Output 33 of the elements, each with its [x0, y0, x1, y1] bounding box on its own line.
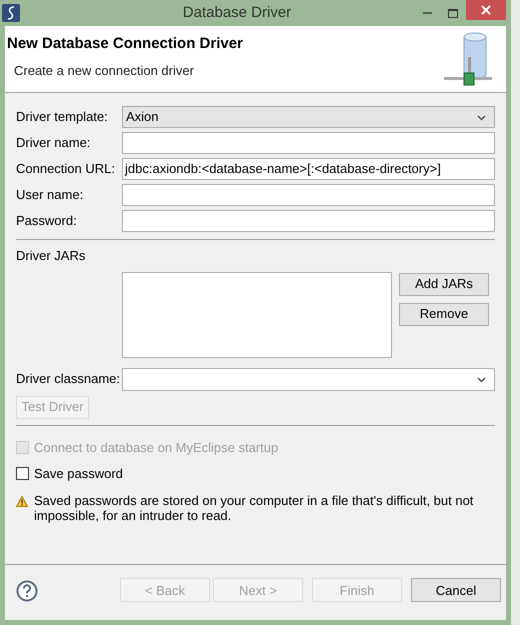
wizard-button[interactable]: Cancel	[411, 578, 501, 602]
checkbox-label: Connect to database on MyEclipse startup	[34, 438, 278, 457]
chevron-down-icon	[477, 115, 486, 121]
warning-icon	[16, 496, 28, 506]
section-label: Driver JARs	[16, 247, 86, 265]
classname-dropdown[interactable]	[122, 368, 495, 390]
jar-button[interactable]: Remove	[399, 302, 489, 326]
field-label: Password:	[16, 212, 78, 230]
page-title: New Database Connection Driver	[7, 34, 243, 54]
app-logo-icon	[2, 4, 20, 22]
page-subtitle: Create a new connection driver	[13, 62, 195, 80]
close-icon	[481, 5, 491, 15]
field-label: Driver name:	[16, 134, 92, 152]
text-field[interactable]	[122, 210, 495, 232]
window-title: Database Driver	[182, 2, 292, 23]
minimize-icon	[422, 12, 432, 14]
field-label: Driver classname:	[16, 370, 122, 388]
text-field[interactable]	[122, 132, 495, 154]
chevron-down-icon	[477, 376, 486, 382]
checkbox-label: Save password	[34, 465, 123, 483]
checkbox[interactable]	[16, 467, 29, 480]
field-label: Connection URL:	[16, 160, 116, 178]
template-dropdown[interactable]: Axion	[122, 106, 495, 128]
text-field[interactable]: jdbc:axiondb:<database-name>[:<database-directory>]	[122, 158, 495, 180]
jar-button[interactable]: Add JARs	[399, 272, 489, 296]
maximize-icon	[448, 8, 458, 18]
text-field[interactable]	[122, 184, 495, 206]
field-label: Driver template:	[16, 108, 109, 126]
help-icon	[16, 580, 38, 602]
warning-message: Saved passwords are stored on your computer in a file that's difficult, but not impossible, for an intruder to read.	[34, 492, 474, 522]
jar-list[interactable]	[122, 272, 392, 358]
field-label: User name:	[16, 186, 84, 204]
close-button[interactable]	[466, 0, 506, 20]
